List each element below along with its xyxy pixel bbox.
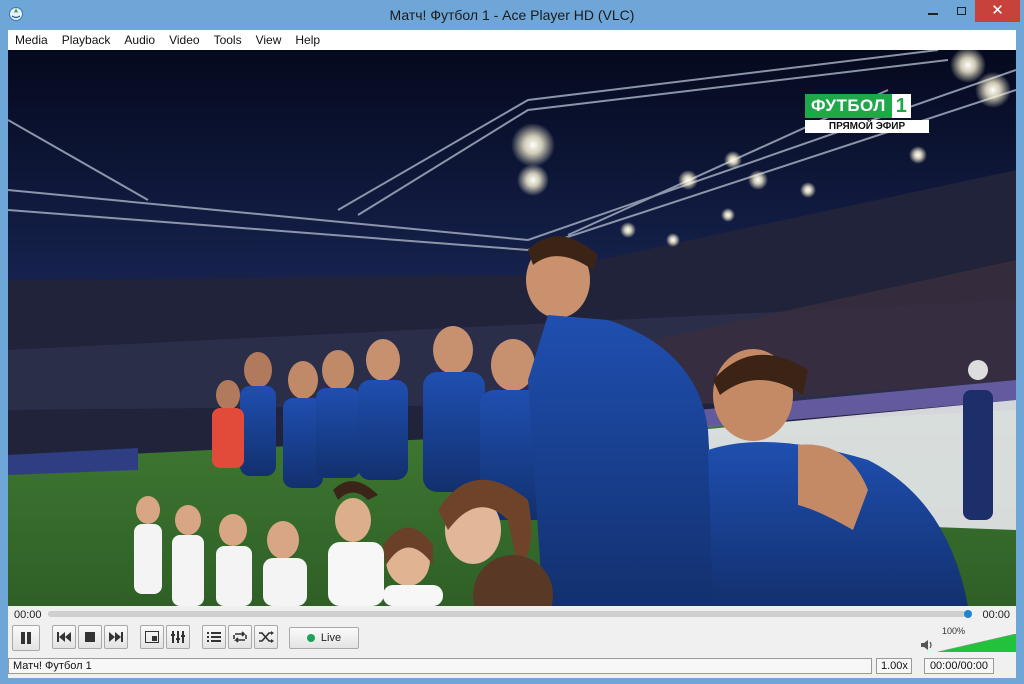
menu-playback[interactable]: Playback <box>55 33 118 47</box>
remaining-time: 00:00 <box>982 609 1010 621</box>
volume-slider[interactable] <box>938 634 1016 652</box>
live-banner: ПРЯМОЙ ЭФИР <box>805 120 929 133</box>
menu-tools[interactable]: Tools <box>207 33 249 47</box>
playlist-icon <box>207 632 221 642</box>
menu-view[interactable]: View <box>249 33 289 47</box>
channel-logo-number: 1 <box>891 94 911 118</box>
playlist-button[interactable] <box>202 625 226 649</box>
live-label: Live <box>320 632 342 644</box>
menu-video[interactable]: Video <box>162 33 206 47</box>
shuffle-button[interactable] <box>254 625 278 649</box>
close-button[interactable]: ✕ <box>975 0 1020 22</box>
close-icon: ✕ <box>991 2 1004 19</box>
video-display[interactable]: ФУТБОЛ 1 ПРЯМОЙ ЭФИР <box>8 50 1016 606</box>
volume-control[interactable]: 100% <box>920 626 1016 652</box>
elapsed-time: 00:00 <box>14 609 42 621</box>
maximize-icon <box>956 7 966 15</box>
live-indicator-icon <box>306 634 315 642</box>
fullscreen-button[interactable] <box>140 625 164 649</box>
menu-help[interactable]: Help <box>288 33 327 47</box>
pause-button[interactable] <box>12 625 40 651</box>
loop-button[interactable] <box>228 625 252 649</box>
menu-media[interactable]: Media <box>8 33 55 47</box>
playback-speed[interactable]: 1.00x <box>876 658 912 674</box>
minimize-button[interactable] <box>919 0 947 22</box>
minimize-icon <box>928 13 938 15</box>
next-button[interactable] <box>104 625 128 649</box>
stop-button[interactable] <box>78 625 102 649</box>
loop-icon <box>233 631 247 643</box>
video-frame <box>8 50 1016 606</box>
player-controls: 00:00 00:00 Live 100% <box>8 606 1016 656</box>
menu-audio[interactable]: Audio <box>117 33 162 47</box>
title-bar[interactable]: Матч! Футбол 1 - Ace Player HD (VLC) ✕ <box>0 0 1024 30</box>
next-icon <box>109 632 123 642</box>
seek-progress <box>48 611 968 617</box>
status-bar: Матч! Футбол 1 1.00x 00:00/00:00 <box>8 656 1016 678</box>
fullscreen-icon <box>145 631 159 643</box>
pause-icon <box>21 632 31 644</box>
speaker-icon[interactable] <box>920 638 934 652</box>
previous-button[interactable] <box>52 625 76 649</box>
window-title: Матч! Футбол 1 - Ace Player HD (VLC) <box>389 7 635 23</box>
shuffle-icon <box>259 631 274 643</box>
extended-settings-button[interactable] <box>166 625 190 649</box>
equalizer-icon <box>171 631 185 643</box>
channel-logo-text: ФУТБОЛ <box>805 94 892 118</box>
seek-slider[interactable] <box>48 610 972 618</box>
menu-bar: Media Playback Audio Video Tools View He… <box>8 30 1016 50</box>
maximize-button[interactable] <box>947 0 975 22</box>
channel-logo: ФУТБОЛ 1 ПРЯМОЙ ЭФИР <box>805 94 929 133</box>
live-button[interactable]: Live <box>289 627 359 649</box>
app-window: Матч! Футбол 1 - Ace Player HD (VLC) ✕ M… <box>0 0 1024 684</box>
seek-handle[interactable] <box>964 610 972 618</box>
status-time[interactable]: 00:00/00:00 <box>924 658 994 674</box>
stop-icon <box>85 632 95 642</box>
stream-name: Матч! Футбол 1 <box>8 658 872 674</box>
previous-icon <box>57 632 71 642</box>
